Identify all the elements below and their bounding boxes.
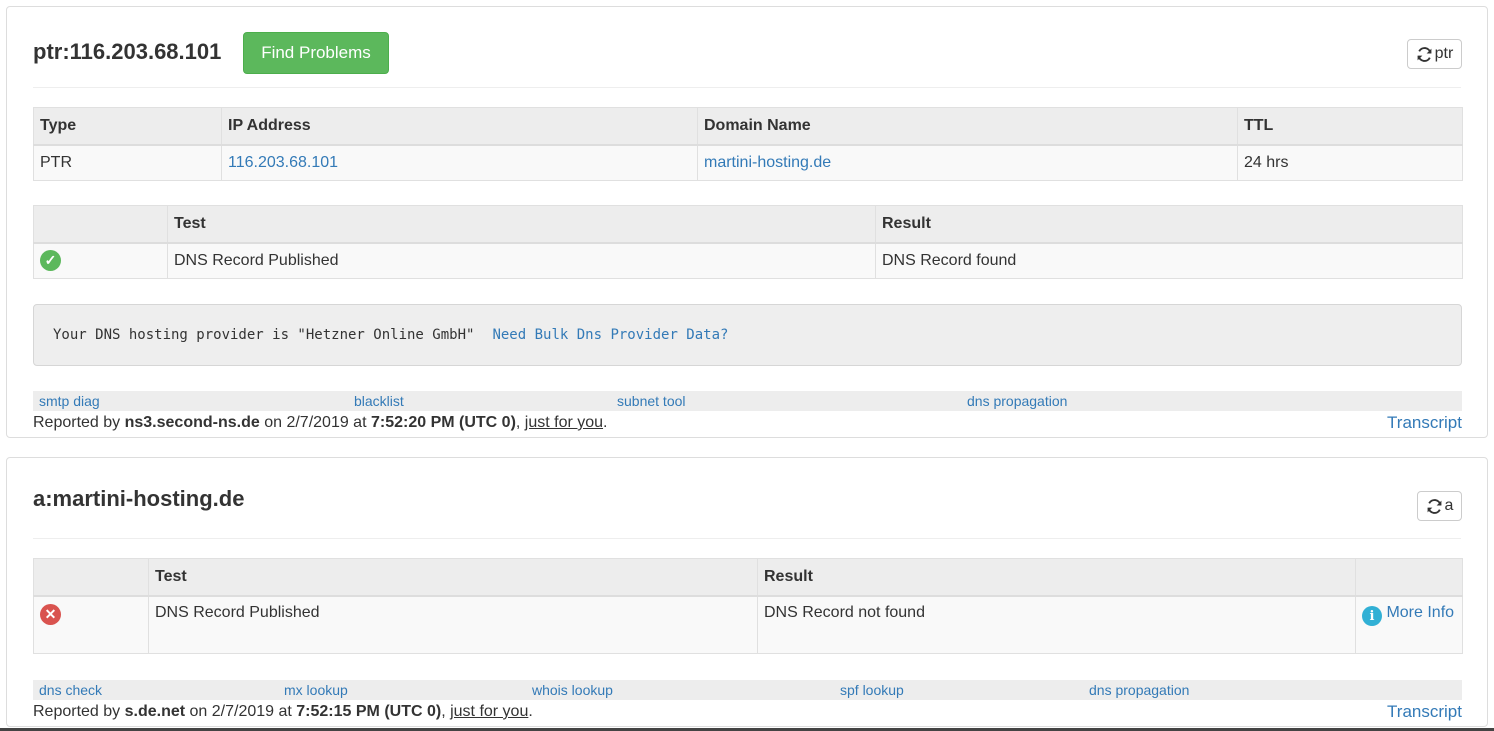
cell-ip: 116.203.68.101 (221, 144, 698, 181)
cell-test: DNS Record Published (167, 242, 876, 279)
col-result: Result (875, 205, 1463, 244)
table-row: PTR 116.203.68.101 martini-hosting.de 24… (33, 144, 1463, 181)
cell-domain: martini-hosting.de (697, 144, 1238, 181)
cell-result: DNS Record found (875, 242, 1463, 279)
a-tool-links: dns check mx lookup whois lookup spf loo… (33, 680, 1462, 700)
info-circle-icon: i (1362, 606, 1382, 626)
ptr-panel: ptr:116.203.68.101 Find Problems ptr Typ… (6, 6, 1488, 438)
ptr-record-table: Type IP Address Domain Name TTL PTR 116.… (33, 107, 1463, 181)
col-test: Test (148, 558, 758, 597)
refresh-a-label: a (1444, 497, 1454, 514)
reported-server: ns3.second-ns.de (124, 414, 260, 431)
a-panel-title: a:martini-hosting.de (33, 486, 245, 511)
reported-prefix: Reported by (33, 703, 125, 720)
transcript-link[interactable]: Transcript (1387, 702, 1462, 722)
table-header-row: Test Result (33, 558, 1463, 597)
reported-by-line: Reported by s.de.net on 2/7/2019 at 7:52… (33, 703, 533, 721)
col-result: Result (757, 558, 1356, 597)
link-whois-lookup[interactable]: whois lookup (532, 682, 613, 698)
domain-name-link[interactable]: martini-hosting.de (704, 154, 831, 171)
reported-comma: , (441, 703, 451, 720)
table-row: ✕ DNS Record Published DNS Record not fo… (33, 595, 1463, 654)
cell-status: ✓ (33, 242, 168, 279)
col-ttl: TTL (1237, 107, 1463, 146)
refresh-icon (1427, 498, 1441, 514)
table-header-row: Test Result (33, 205, 1463, 244)
a-record-panel: a:martini-hosting.de a Test Result ✕ DNS… (6, 457, 1488, 727)
dns-provider-well: Your DNS hosting provider is "Hetzner On… (33, 304, 1462, 366)
cell-ttl: 24 hrs (1237, 144, 1463, 181)
refresh-a-button[interactable]: a (1417, 491, 1462, 521)
col-status (33, 205, 168, 244)
find-problems-button[interactable]: Find Problems (243, 32, 389, 74)
more-info-link[interactable]: i More Info (1362, 603, 1455, 626)
col-type: Type (33, 107, 222, 146)
col-ip-address: IP Address (221, 107, 698, 146)
a-test-table: Test Result ✕ DNS Record Published DNS R… (33, 558, 1463, 654)
link-spf-lookup[interactable]: spf lookup (840, 682, 904, 698)
cell-test: DNS Record Published (148, 595, 758, 654)
reported-comma: , (515, 414, 525, 431)
reported-end: . (603, 414, 608, 431)
link-dns-check[interactable]: dns check (39, 682, 102, 698)
divider (33, 538, 1461, 539)
bulk-dns-provider-link[interactable]: Need Bulk Dns Provider Data? (492, 327, 728, 343)
dns-provider-text: Your DNS hosting provider is "Hetzner On… (53, 327, 475, 343)
divider (33, 87, 1461, 88)
ptr-panel-title: ptr:116.203.68.101 (33, 39, 222, 64)
link-mx-lookup[interactable]: mx lookup (284, 682, 348, 698)
check-circle-icon: ✓ (40, 250, 61, 272)
ip-address-link[interactable]: 116.203.68.101 (228, 154, 338, 171)
col-domain-name: Domain Name (697, 107, 1238, 146)
more-info-label: More Info (1386, 603, 1455, 621)
refresh-ptr-button[interactable]: ptr (1407, 39, 1462, 69)
error-circle-icon: ✕ (40, 603, 61, 625)
reported-end: . (528, 703, 533, 720)
link-smtp-diag[interactable]: smtp diag (39, 393, 100, 409)
reported-on: on 2/7/2019 at (185, 703, 297, 720)
table-row: ✓ DNS Record Published DNS Record found (33, 242, 1463, 279)
reported-by-line: Reported by ns3.second-ns.de on 2/7/2019… (33, 414, 608, 432)
refresh-ptr-label: ptr (1434, 45, 1454, 62)
link-dns-propagation[interactable]: dns propagation (1089, 682, 1189, 698)
reported-time: 7:52:15 PM (UTC 0) (296, 703, 442, 720)
cell-more-info: i More Info (1355, 595, 1463, 654)
link-blacklist[interactable]: blacklist (354, 393, 404, 409)
reported-time: 7:52:20 PM (UTC 0) (370, 414, 516, 431)
transcript-link[interactable]: Transcript (1387, 413, 1462, 433)
col-info (1355, 558, 1463, 597)
cell-type: PTR (33, 144, 222, 181)
link-subnet-tool[interactable]: subnet tool (617, 393, 686, 409)
ptr-tool-links: smtp diag blacklist subnet tool dns prop… (33, 391, 1462, 411)
col-status (33, 558, 149, 597)
cell-status: ✕ (33, 595, 149, 654)
just-for-you: just for you (450, 703, 529, 720)
ptr-test-table: Test Result ✓ DNS Record Published DNS R… (33, 205, 1463, 279)
reported-server: s.de.net (124, 703, 186, 720)
col-test: Test (167, 205, 876, 244)
refresh-icon (1417, 46, 1432, 62)
cell-result: DNS Record not found (757, 595, 1356, 654)
table-header-row: Type IP Address Domain Name TTL (33, 107, 1463, 146)
just-for-you: just for you (524, 414, 604, 431)
link-dns-propagation[interactable]: dns propagation (967, 393, 1067, 409)
reported-prefix: Reported by (33, 414, 125, 431)
reported-on: on 2/7/2019 at (259, 414, 371, 431)
